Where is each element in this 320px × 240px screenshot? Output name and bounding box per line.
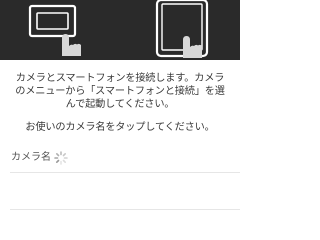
loading-spinner-icon (54, 151, 68, 165)
smartphone-in-hand-icon (155, 0, 209, 58)
camera-in-hand-icon (28, 4, 81, 56)
camera-list-row[interactable] (10, 172, 240, 199)
camera-name-label: カメラ名 (11, 152, 51, 163)
camera-list-row[interactable] (10, 209, 240, 236)
connection-instructions: カメラとスマートフォンを接続します。カメラ のメニューから「スマートフォンと接続… (15, 73, 225, 110)
camera-list-header: カメラ名 (0, 146, 240, 170)
camera-smartphone-illustration (28, 0, 209, 58)
camera-list-section: カメラ名 (0, 146, 240, 240)
header-illustration (0, 0, 240, 60)
tap-camera-name-hint: お使いのカメラ名をタップしてください。 (25, 122, 215, 133)
